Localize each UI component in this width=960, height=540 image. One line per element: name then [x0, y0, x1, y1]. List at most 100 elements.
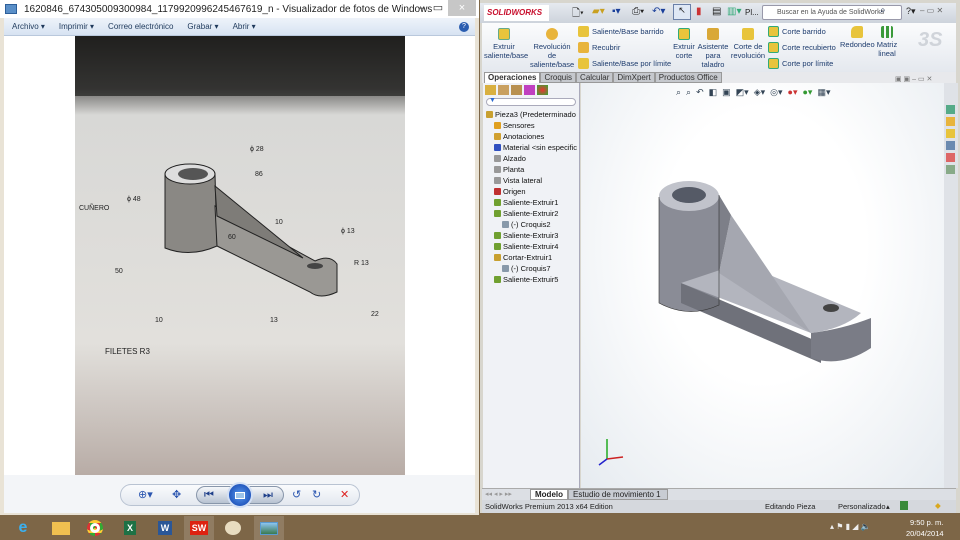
tab-nav-arrows[interactable]: ◂◂ ◂ ▸ ▸▸ [485, 490, 512, 498]
tree-item[interactable]: (-) Croquis2 [502, 220, 551, 229]
tree-item[interactable]: Planta [494, 165, 524, 174]
extrude-cut-button[interactable]: Extruir corte [673, 28, 695, 60]
swept-cut-button[interactable]: Corte barrido [768, 26, 826, 37]
revolve-boss-button[interactable]: Revolución de saliente/base [530, 28, 574, 69]
clock-time[interactable]: 9:50 p. m. [910, 518, 943, 527]
slideshow-button[interactable] [227, 482, 253, 508]
tab-calcular[interactable]: Calcular [576, 72, 614, 83]
taskbar-photo-viewer[interactable] [254, 516, 284, 540]
delete-icon[interactable]: ✕ [340, 489, 349, 501]
tree-item[interactable]: Saliente-Extruir1 [494, 198, 558, 207]
filter-input[interactable]: ▼ [486, 97, 576, 106]
window-controls[interactable]: – ▭ ✕ [920, 6, 943, 15]
tree-item[interactable]: Anotaciones [494, 132, 544, 141]
tab-modelo[interactable]: Modelo [530, 489, 568, 500]
units-selector[interactable]: Personalizado [838, 502, 886, 511]
tree-item[interactable]: Saliente-Extruir4 [494, 242, 558, 251]
taskbar-excel[interactable]: X [115, 516, 145, 540]
graphics-area[interactable]: ⌕ ⌕ ↶ ◧ ▣ ◩▾ ◈▾ ◎▾ ●▾ ●▾ ▦▾ ▣ ▣ – ▭ ✕ [581, 76, 945, 488]
file-explorer-icon[interactable] [946, 129, 955, 138]
fillet-button[interactable]: Redondeo [840, 26, 875, 49]
tree-item[interactable]: Vista lateral [494, 176, 542, 185]
menu-archivo[interactable]: Archivo ▾ [12, 22, 45, 31]
solidworks-logo[interactable]: SOLIDWORKS [484, 5, 549, 21]
taskbar-chrome[interactable] [80, 516, 110, 540]
config-manager-icon[interactable] [511, 85, 522, 95]
viewport-window-controls[interactable]: ▣ ▣ – ▭ ✕ [895, 75, 932, 83]
tree-item[interactable]: Sensores [494, 121, 535, 130]
options-icon[interactable]: ▤ [712, 6, 721, 17]
taskbar-explorer[interactable] [46, 516, 76, 540]
tree-item[interactable]: Saliente-Extruir5 [494, 275, 558, 284]
help-icon[interactable]: ? [459, 21, 469, 32]
label-60: 60 [228, 234, 236, 241]
feature-manager-icon[interactable] [485, 85, 496, 95]
rotate-right-icon[interactable]: ↻ [312, 489, 321, 501]
tab-productos-office[interactable]: Productos Office [654, 72, 722, 83]
menu-imprimir[interactable]: Imprimir ▾ [59, 22, 94, 31]
close-button[interactable]: × [448, 0, 476, 16]
search-icon[interactable]: ⌕ [880, 5, 886, 16]
taskbar-paint[interactable] [218, 516, 248, 540]
clock-date[interactable]: 20/04/2014 [906, 529, 944, 538]
boundary-boss-button[interactable]: Saliente/Base por límite [578, 58, 671, 69]
swept-boss-button[interactable]: Saliente/Base barrido [578, 26, 664, 37]
zoom-icon[interactable]: ⊕▾ [138, 489, 153, 501]
pl-button[interactable]: Pl... [745, 8, 759, 17]
save-icon[interactable]: ▪▾ [612, 6, 621, 17]
rotate-left-icon[interactable]: ↺ [292, 489, 301, 501]
tab-estudio-movimiento[interactable]: Estudio de movimiento 1 [568, 489, 668, 500]
extrude-boss-button[interactable]: Extruir saliente/base [484, 28, 528, 60]
design-library-icon[interactable] [946, 117, 955, 126]
select-icon[interactable]: ↖ [673, 4, 691, 20]
view-palette-icon[interactable] [946, 141, 955, 150]
tray-icons[interactable]: ▴ ⚑ ▮ ◢ 🔈 [830, 522, 871, 531]
tree-item[interactable]: (-) Croquis7 [502, 264, 551, 273]
open-icon[interactable]: ▰▾ [592, 6, 605, 17]
print-icon[interactable]: ⎙▾ [632, 6, 644, 17]
units-dropdown-icon[interactable]: ▴ [886, 502, 890, 511]
hole-wizard-button[interactable]: Asistente para taladro [697, 28, 729, 69]
help-icon[interactable]: ?▾ [906, 6, 916, 17]
resources-icon[interactable] [946, 105, 955, 114]
label-50: 50 [115, 268, 123, 275]
tab-operaciones[interactable]: Operaciones [484, 72, 541, 83]
tree-item[interactable]: Material <sin especific [494, 143, 577, 152]
tree-item[interactable]: Pieza3 (Predeterminado [486, 110, 576, 119]
next-button[interactable]: ⏭ [263, 489, 273, 501]
tab-dimxpert[interactable]: DimXpert [613, 72, 655, 83]
rebuild-status-icon[interactable]: ◆ [935, 501, 941, 510]
feature-icon [486, 111, 493, 118]
menu-correo[interactable]: Correo electrónico [108, 22, 173, 31]
lofted-cut-button[interactable]: Corte recubierto [768, 42, 836, 53]
display-manager-icon[interactable] [537, 85, 548, 95]
tree-item[interactable]: Saliente-Extruir3 [494, 231, 558, 240]
previous-button[interactable]: ⏮ [204, 489, 214, 501]
linear-pattern-button[interactable]: Matriz lineal [876, 26, 898, 58]
file-props-icon[interactable]: ▥▾ [727, 6, 741, 17]
taskbar-word[interactable]: W [150, 516, 180, 540]
tab-croquis[interactable]: Croquis [540, 72, 577, 83]
hole-wizard-icon [707, 28, 719, 40]
status-help-icon[interactable] [900, 501, 908, 510]
tree-item[interactable]: Cortar-Extruir1 [494, 253, 552, 262]
property-manager-icon[interactable] [498, 85, 509, 95]
tree-item[interactable]: Alzado [494, 154, 526, 163]
feature-icon [494, 254, 501, 261]
loft-button[interactable]: Recubrir [578, 42, 620, 53]
menu-grabar[interactable]: Grabar ▾ [187, 22, 218, 31]
taskbar-solidworks[interactable]: SW [184, 516, 214, 540]
tree-item[interactable]: Origen [494, 187, 526, 196]
rebuild-icon[interactable]: ▮ [696, 6, 702, 17]
revolved-cut-button[interactable]: Corte de revolución [730, 28, 766, 60]
dimxpert-manager-icon[interactable] [524, 85, 535, 95]
menu-abrir[interactable]: Abrir ▾ [233, 22, 256, 31]
boundary-cut-button[interactable]: Corte por límite [768, 58, 833, 69]
actual-size-icon[interactable]: ✥ [172, 489, 181, 501]
custom-properties-icon[interactable] [946, 165, 955, 174]
taskbar-ie[interactable]: e [8, 516, 38, 540]
undo-icon[interactable]: ↶▾ [652, 6, 665, 17]
appearances-icon[interactable] [946, 153, 955, 162]
tree-item[interactable]: Saliente-Extruir2 [494, 209, 558, 218]
new-icon[interactable]: 🗋▾ [572, 6, 584, 23]
